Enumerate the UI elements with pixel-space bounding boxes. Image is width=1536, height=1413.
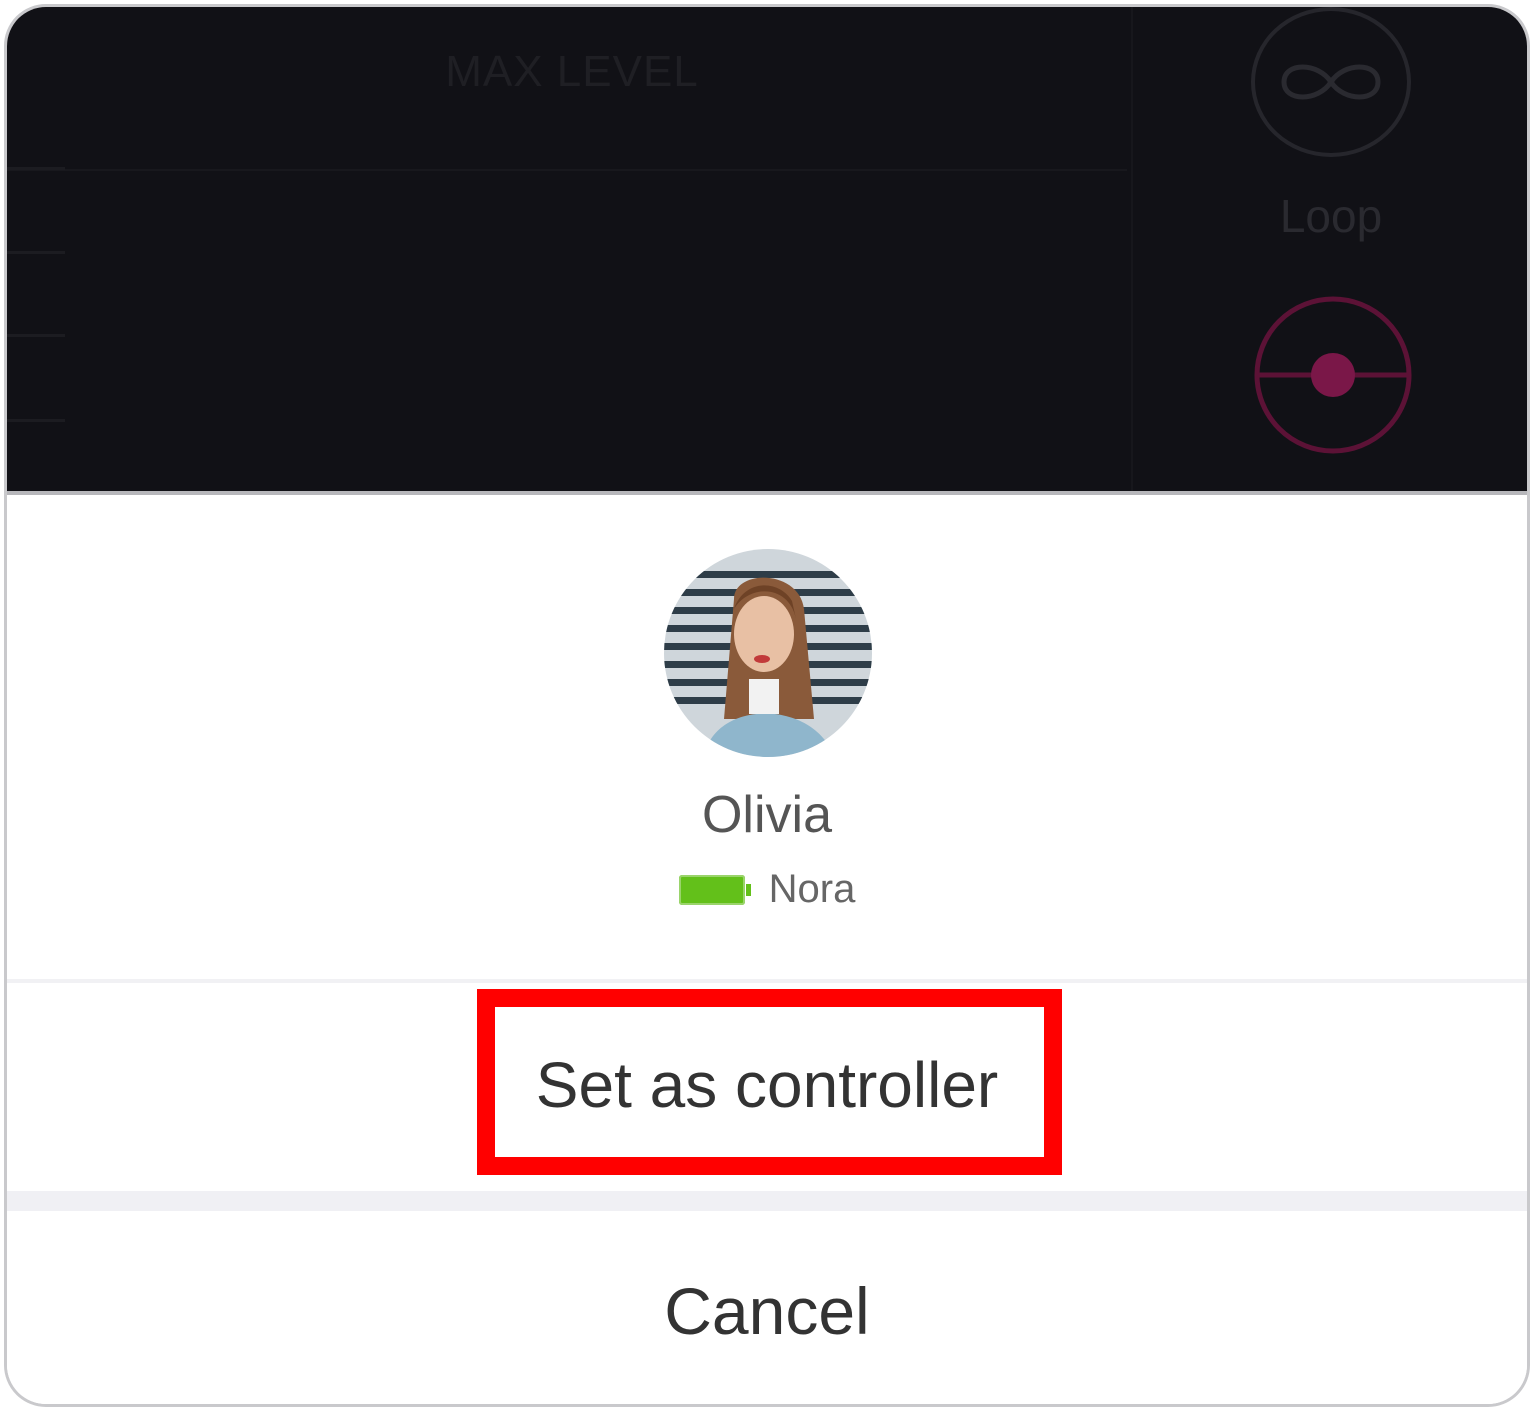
user-action-sheet: Olivia Nora Set as controller Cancel [7,495,1527,1404]
level-tick [7,167,65,170]
divider [7,979,1527,983]
level-tick [7,419,65,422]
position-dot-icon [1311,353,1355,397]
position-button[interactable] [1251,293,1415,457]
cancel-button[interactable]: Cancel [7,1211,1527,1404]
battery-icon [678,874,751,905]
divider [7,1191,1527,1211]
device-info: Nora [7,867,1527,912]
set-as-controller-button[interactable]: Set as controller [7,985,1527,1185]
screen-frame: MAX LEVEL Loop Olivia Nora Set as contro… [4,4,1530,1407]
level-tick [7,251,65,254]
avatar-image [664,549,872,757]
device-name: Nora [768,867,856,911]
divider-line [1131,7,1133,491]
loop-label: Loop [1279,190,1383,242]
control-panel-background: MAX LEVEL Loop [7,7,1527,495]
level-tick [7,334,65,337]
user-name: Olivia [701,786,833,844]
infinity-icon [1281,64,1381,100]
max-level-label: MAX LEVEL [445,47,699,96]
avatar [664,549,872,757]
divider-line [7,169,1127,171]
loop-button[interactable] [1251,7,1411,157]
